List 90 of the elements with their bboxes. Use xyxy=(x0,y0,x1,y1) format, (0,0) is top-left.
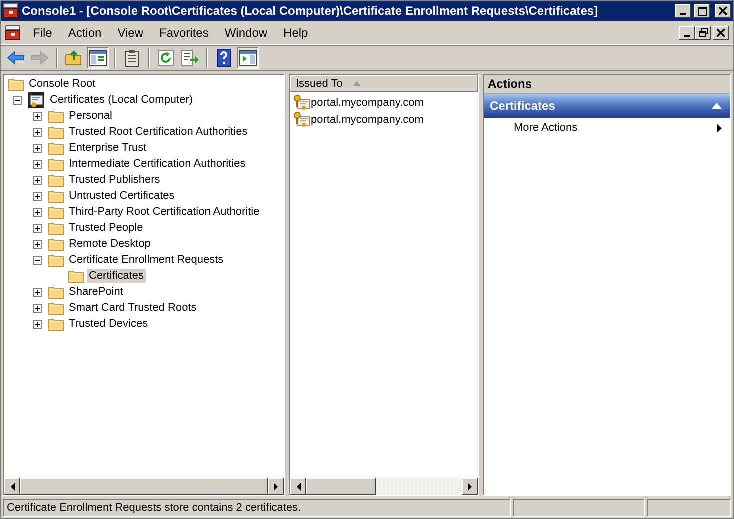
collapse-icon[interactable] xyxy=(32,256,42,264)
scroll-left-button[interactable] xyxy=(4,478,20,495)
expand-icon[interactable] xyxy=(32,160,42,168)
expand-icon[interactable] xyxy=(32,320,42,328)
menu-item[interactable]: Action xyxy=(60,24,110,42)
expand-icon[interactable] xyxy=(32,208,42,216)
tree-item[interactable]: Certificate Enrollment Requests xyxy=(67,253,226,267)
scroll-right-button[interactable] xyxy=(268,478,284,495)
left-arrow-icon xyxy=(296,482,300,490)
menu-item[interactable]: Help xyxy=(276,24,316,42)
toolbox-icon xyxy=(3,3,19,19)
right-arrow-icon xyxy=(468,482,472,490)
actions-heading: Actions xyxy=(484,75,730,94)
expand-icon[interactable] xyxy=(32,144,42,152)
expand-icon[interactable] xyxy=(32,176,42,184)
collapse-icon[interactable] xyxy=(12,96,22,104)
expand-icon[interactable] xyxy=(32,240,42,248)
tree-item[interactable]: Third-Party Root Certification Authoritie xyxy=(67,205,262,219)
refresh-button[interactable] xyxy=(155,47,177,69)
folder-icon xyxy=(48,141,64,155)
expand-icon[interactable] xyxy=(32,224,42,232)
scroll-thumb[interactable] xyxy=(306,478,376,495)
tree-item[interactable]: Trusted Root Certification Authorities xyxy=(67,125,250,139)
folder-icon xyxy=(48,285,64,299)
close-icon xyxy=(717,28,725,36)
right-arrow-icon xyxy=(274,482,278,490)
tree-item[interactable]: Certificates (Local Computer) xyxy=(48,93,196,107)
show-action-pane-button[interactable] xyxy=(237,47,259,69)
folder-icon xyxy=(48,253,64,267)
menu-item[interactable]: View xyxy=(110,24,152,42)
folder-icon xyxy=(48,237,64,251)
folder-icon xyxy=(48,301,64,315)
list-item[interactable]: portal.mycompany.com xyxy=(311,114,424,126)
folder-icon xyxy=(8,77,24,91)
tree-item[interactable]: SharePoint xyxy=(67,285,126,299)
expand-icon[interactable] xyxy=(32,112,42,120)
actions-section-header[interactable]: Certificates xyxy=(484,94,730,118)
folder-icon xyxy=(48,157,64,171)
folder-icon xyxy=(48,205,64,219)
folder-icon xyxy=(48,173,64,187)
tree-item[interactable]: Intermediate Certification Authorities xyxy=(67,157,248,171)
menu-item[interactable]: File xyxy=(25,24,60,42)
tree-item[interactable]: Certificates xyxy=(87,269,146,283)
tree-item[interactable]: Enterprise Trust xyxy=(67,141,149,155)
folder-icon xyxy=(68,269,84,283)
close-button[interactable] xyxy=(713,26,729,40)
folder-icon xyxy=(48,221,64,235)
toolbox-icon xyxy=(5,24,21,40)
show-tree-button[interactable] xyxy=(87,47,109,69)
tree-item[interactable]: Smart Card Trusted Roots xyxy=(67,301,199,315)
certificate-key-icon xyxy=(294,94,310,110)
scroll-left-button[interactable] xyxy=(290,478,306,495)
horizontal-scrollbar[interactable] xyxy=(290,478,478,495)
folder-icon xyxy=(48,317,64,331)
expand-icon[interactable] xyxy=(32,304,42,312)
minimize-button[interactable] xyxy=(675,4,691,18)
menu-item[interactable]: Window xyxy=(216,24,276,42)
close-icon xyxy=(719,7,727,15)
restore-button[interactable] xyxy=(695,26,711,40)
expand-icon[interactable] xyxy=(32,192,42,200)
tree-item[interactable]: Trusted People xyxy=(67,221,146,235)
minimize-icon xyxy=(684,34,690,36)
close-button[interactable] xyxy=(715,4,731,18)
status-text: Certificate Enrollment Requests store contains 2 certificates. xyxy=(3,499,511,517)
column-header[interactable]: Issued To xyxy=(290,75,478,92)
restore-icon xyxy=(698,28,708,37)
left-arrow-icon xyxy=(10,482,14,490)
tree-item[interactable]: Untrusted Certificates xyxy=(67,189,177,203)
tree-item[interactable]: Console Root xyxy=(27,77,98,91)
tree-item[interactable]: Personal xyxy=(67,109,114,123)
folder-icon xyxy=(48,109,64,123)
action-link[interactable]: More Actions xyxy=(514,122,578,134)
scroll-right-button[interactable] xyxy=(462,478,478,495)
maximize-button[interactable] xyxy=(694,4,710,18)
folder-icon xyxy=(48,125,64,139)
expand-icon[interactable] xyxy=(32,288,42,296)
minimize-icon xyxy=(680,13,686,15)
certificate-key-icon xyxy=(294,112,310,128)
tree-item[interactable]: Trusted Publishers xyxy=(67,173,162,187)
minimize-button[interactable] xyxy=(679,26,695,40)
tree-item[interactable]: Trusted Devices xyxy=(67,317,150,331)
maximize-icon xyxy=(698,6,706,16)
expand-icon[interactable] xyxy=(32,128,42,136)
window-title: Console1 - [Console Root\Certificates (Local Computer)\Certificate Enrollment Requests\Certificates] xyxy=(22,4,600,18)
list-item[interactable]: portal.mycompany.com xyxy=(311,96,424,108)
folder-icon xyxy=(48,189,64,203)
certificate-store-icon xyxy=(28,92,45,108)
export-list-button[interactable] xyxy=(179,47,201,69)
menu-item[interactable]: Favorites xyxy=(152,24,217,42)
tree-item[interactable]: Remote Desktop xyxy=(67,237,153,251)
